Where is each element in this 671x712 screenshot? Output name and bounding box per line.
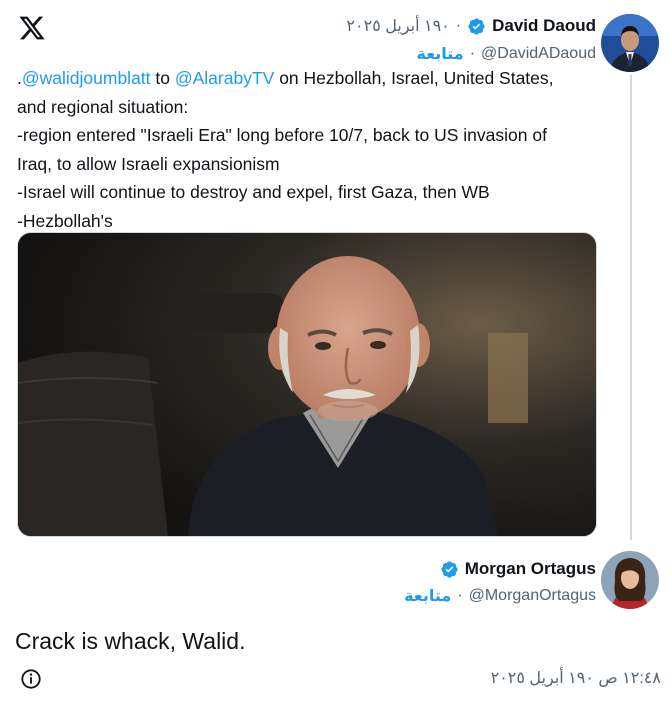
- tweet-line-2: and regional situation:: [17, 96, 189, 117]
- tweet-media-image[interactable]: [17, 232, 597, 537]
- verified-badge-icon: [468, 17, 485, 35]
- avatar[interactable]: [601, 551, 659, 609]
- tweet-word: to: [150, 68, 175, 88]
- follow-button[interactable]: متابعة: [417, 44, 464, 64]
- separator-dot: ·: [469, 45, 476, 62]
- author-name[interactable]: David Daoud: [492, 16, 596, 36]
- tweet-handle-row: متابعة · @DavidADaoud: [417, 44, 596, 64]
- tweet-line-4: Iraq, to allow Israeli expansionism: [17, 153, 280, 174]
- author-name[interactable]: Morgan Ortagus: [465, 559, 596, 579]
- info-icon[interactable]: [20, 668, 42, 690]
- mention-link[interactable]: @walidjoumblatt: [22, 68, 151, 88]
- tweet-date[interactable]: ١٩٠ أبريل ٢٠٢٥: [346, 16, 449, 36]
- tweet-line-1-rest: on Hezbollah, Israel, United States,: [274, 68, 554, 88]
- tweet-line-5: -Israel will continue to destroy and exp…: [17, 182, 490, 202]
- reply-handle-row: متابعة · @MorganOrtagus: [404, 586, 596, 606]
- mention-link[interactable]: @AlarabyTV: [175, 68, 274, 88]
- author-handle[interactable]: @DavidADaoud: [481, 45, 596, 63]
- avatar[interactable]: [601, 14, 659, 72]
- separator-dot: ·: [457, 587, 463, 604]
- author-handle[interactable]: @MorganOrtagus: [469, 587, 596, 605]
- tweet-text: .@walidjoumblatt to @AlarabyTV on Hezbol…: [17, 64, 607, 235]
- thread-line: [630, 75, 632, 540]
- tweet-line-6: -Hezbollah's: [17, 210, 113, 231]
- follow-button[interactable]: متابعة: [404, 586, 451, 606]
- timestamp[interactable]: ١٢:٤٨ ص ١٩٠ أبريل ٢٠٢٥: [491, 668, 661, 688]
- tweet-line-3: -region entered "Israeli Era" long befor…: [17, 125, 547, 145]
- tweet-line-1: .@walidjoumblatt to @AlarabyTV on Hezbol…: [17, 64, 607, 93]
- verified-badge-icon: [441, 560, 458, 578]
- reply-text: Crack is whack, Walid.: [15, 628, 246, 654]
- x-logo-icon[interactable]: [18, 14, 46, 42]
- separator-dot: ·: [455, 17, 462, 34]
- tweet-author-row: ١٩٠ أبريل ٢٠٢٥ · David Daoud: [346, 16, 596, 36]
- reply-author-row: Morgan Ortagus: [440, 559, 596, 579]
